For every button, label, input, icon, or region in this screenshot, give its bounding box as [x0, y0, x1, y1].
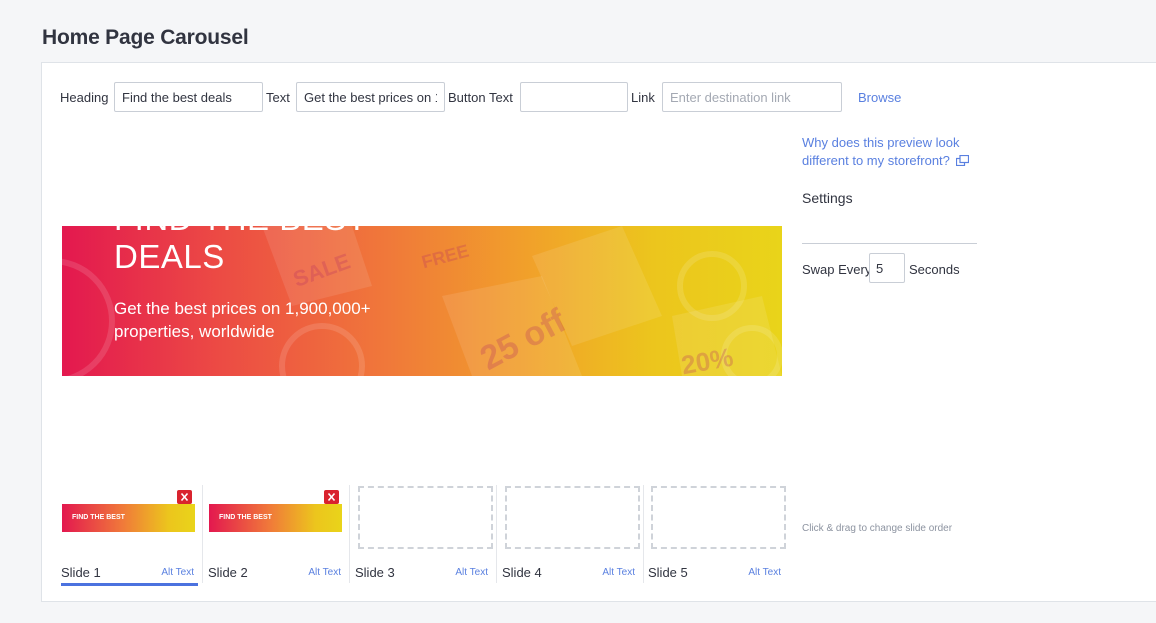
- remove-slide-button[interactable]: [177, 490, 192, 504]
- remove-slide-button[interactable]: [324, 490, 339, 504]
- swap-seconds-label: Seconds: [909, 262, 960, 277]
- preview-help-text: Why does this preview look different to …: [802, 135, 960, 168]
- slide-name: Slide 5: [648, 565, 688, 580]
- text-label: Text: [266, 90, 290, 105]
- link-label: Link: [631, 90, 655, 105]
- slide-name: Slide 4: [502, 565, 542, 580]
- link-input[interactable]: [662, 82, 842, 112]
- browse-link[interactable]: Browse: [858, 90, 901, 105]
- slide-tab-3[interactable]: Slide 3 Alt Text: [354, 483, 494, 585]
- slide-divider: [349, 485, 350, 583]
- slide-divider: [643, 485, 644, 583]
- drag-hint: Click & drag to change slide order: [802, 523, 953, 534]
- carousel-panel: Heading Text Button Text Link Browse Why…: [41, 62, 1156, 602]
- slide-thumbnail[interactable]: Find the best: [209, 504, 342, 532]
- alt-text-link[interactable]: Alt Text: [455, 567, 488, 578]
- carousel-banner-preview: 25 off SALE FREE 20% Find the best deals…: [62, 226, 782, 376]
- text-input[interactable]: [296, 82, 445, 112]
- external-window-icon: [955, 155, 969, 166]
- preview-help-link[interactable]: Why does this preview look different to …: [802, 134, 982, 170]
- slide-divider: [202, 485, 203, 583]
- alt-text-link[interactable]: Alt Text: [602, 567, 635, 578]
- heading-label: Heading: [60, 90, 109, 105]
- slide-thumbnail[interactable]: Find the best: [62, 504, 195, 532]
- slide-tab-4[interactable]: Slide 4 Alt Text: [501, 483, 641, 585]
- slide-divider: [496, 485, 497, 583]
- close-icon: [327, 492, 336, 502]
- slide-name: Slide 2: [208, 565, 248, 580]
- slide-tab-5[interactable]: Slide 5 Alt Text: [647, 483, 787, 585]
- active-slide-indicator: [61, 583, 198, 586]
- slide-tab-2[interactable]: Find the best Slide 2 Alt Text: [207, 483, 347, 585]
- empty-slide-dropzone[interactable]: [651, 486, 786, 549]
- button-text-input[interactable]: [520, 82, 628, 112]
- close-icon: [180, 492, 189, 502]
- alt-text-link[interactable]: Alt Text: [308, 567, 341, 578]
- alt-text-link[interactable]: Alt Text: [161, 567, 194, 578]
- slide-tab-1[interactable]: Find the best Slide 1 Alt Text: [60, 483, 200, 586]
- swap-every-label: Swap Every: [802, 262, 872, 277]
- heading-input[interactable]: [114, 82, 263, 112]
- button-text-label: Button Text: [448, 90, 513, 105]
- page-title: Home Page Carousel: [42, 26, 249, 49]
- swap-interval-input[interactable]: [869, 253, 905, 283]
- banner-text: Get the best prices on 1,900,000+ proper…: [114, 299, 371, 341]
- slide-name: Slide 1: [61, 565, 101, 580]
- alt-text-link[interactable]: Alt Text: [748, 567, 781, 578]
- empty-slide-dropzone[interactable]: [505, 486, 640, 549]
- slide-name: Slide 3: [355, 565, 395, 580]
- settings-title: Settings: [802, 190, 853, 206]
- empty-slide-dropzone[interactable]: [358, 486, 493, 549]
- slide-thumbnail-text: Find the best: [219, 514, 272, 521]
- banner-heading: Find the best deals: [114, 226, 366, 275]
- settings-divider: [802, 243, 977, 244]
- slide-thumbnail-text: Find the best: [72, 514, 125, 521]
